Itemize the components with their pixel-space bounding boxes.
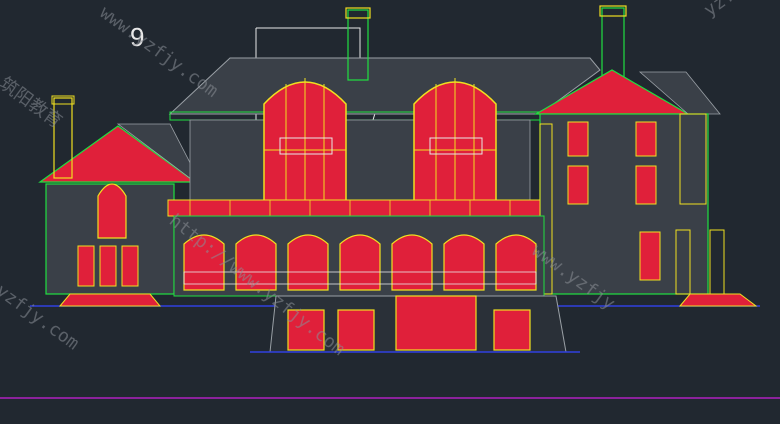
right-stair	[678, 293, 758, 307]
left-wing-lower-windows	[77, 245, 139, 287]
left-stair	[58, 293, 162, 307]
arcade-arches	[183, 234, 537, 291]
cad-viewport[interactable]: 9 www.yzfjy.com yzfjy.com http://www.yzf…	[0, 0, 780, 424]
left-chimney-cap	[51, 95, 75, 105]
elevation-drawing[interactable]	[0, 0, 780, 424]
main-roof	[168, 57, 601, 115]
drawing-number-marker: 9	[130, 22, 145, 52]
left-wing-arch-window	[97, 183, 127, 239]
terrace-balustrade	[167, 199, 541, 217]
